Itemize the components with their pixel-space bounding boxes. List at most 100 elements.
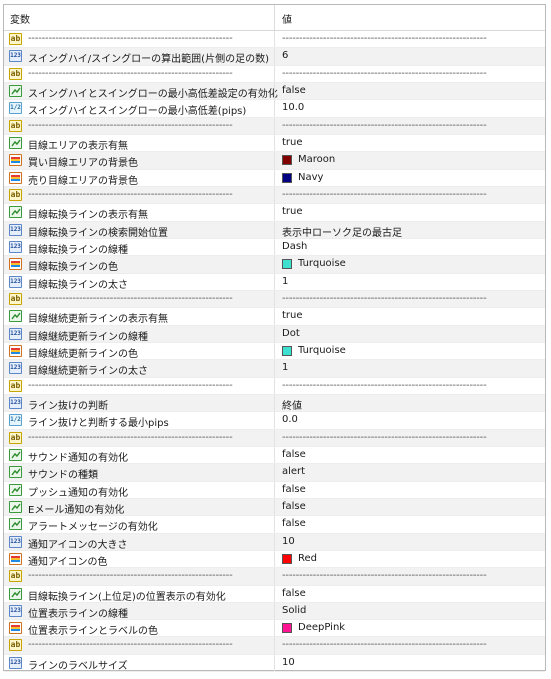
parameter-name: 目線継続更新ラインの太さ	[28, 366, 148, 378]
separator-row[interactable]: ab --------------------------------------…	[4, 637, 545, 655]
parameter-value[interactable]: Turquoise	[298, 345, 346, 356]
parameter-row[interactable]: 123 目線転換ラインの太さ 1	[4, 273, 545, 291]
parameter-value[interactable]: 1	[282, 362, 288, 373]
color-swatch[interactable]	[282, 155, 292, 166]
parameter-name: 目線継続更新ラインの線種	[28, 331, 148, 343]
parameter-value[interactable]: ----------------------------------------…	[282, 380, 487, 391]
parameter-value[interactable]: Dot	[282, 328, 300, 339]
parameter-row[interactable]: 目線エリアの表示有無 true	[4, 134, 545, 153]
column-divider	[274, 308, 275, 325]
parameter-value[interactable]: 1	[282, 276, 288, 287]
parameter-value[interactable]: ----------------------------------------…	[282, 120, 487, 131]
parameter-row[interactable]: 目線転換ラインの色 Turquoise	[4, 256, 545, 274]
parameter-row[interactable]: 123 目線転換ラインの線種 Dash	[4, 238, 545, 257]
parameter-row[interactable]: 目線継続更新ラインの表示有無 true	[4, 308, 545, 326]
column-divider	[274, 481, 275, 498]
parameter-value[interactable]: Solid	[282, 605, 306, 616]
parameter-value[interactable]: 終値	[282, 397, 302, 412]
parameter-value[interactable]: ----------------------------------------…	[282, 68, 487, 79]
color-swatch[interactable]	[282, 345, 292, 356]
parameter-name: ----------------------------------------…	[28, 188, 233, 200]
separator-row[interactable]: ab --------------------------------------…	[4, 65, 545, 83]
parameter-value[interactable]: ----------------------------------------…	[282, 639, 487, 650]
parameter-name: ライン抜けと判断する最小pips	[28, 418, 169, 430]
parameter-value[interactable]: 10.0	[282, 102, 304, 113]
parameter-row[interactable]: 目線継続更新ラインの色 Turquoise	[4, 342, 545, 361]
parameter-value[interactable]: ----------------------------------------…	[282, 432, 487, 443]
parameter-name: 目線継続更新ラインの表示有無	[28, 314, 168, 326]
parameter-row[interactable]: Eメール通知の有効化 false	[4, 498, 545, 517]
parameter-value[interactable]: false	[282, 518, 306, 529]
parameter-row[interactable]: アラートメッセージの有効化 false	[4, 516, 545, 534]
column-divider	[274, 533, 275, 550]
parameter-value[interactable]: false	[282, 501, 306, 512]
color-swatch[interactable]	[282, 553, 292, 564]
column-header-variable[interactable]: 変数	[10, 11, 30, 26]
color-swatch[interactable]	[282, 623, 292, 634]
bool-type-icon	[9, 466, 22, 479]
separator-row[interactable]: ab --------------------------------------…	[4, 429, 545, 447]
parameter-row[interactable]: 目線転換ラインの表示有無 true	[4, 204, 545, 222]
parameter-value[interactable]: true	[282, 137, 303, 148]
parameter-row[interactable]: スイングハイとスイングローの最小高低差設定の有効化 false	[4, 82, 545, 101]
color-swatch[interactable]	[282, 259, 292, 270]
parameter-row[interactable]: 買い目線エリアの背景色 Maroon	[4, 152, 545, 170]
parameter-value[interactable]: 0.0	[282, 414, 298, 425]
column-divider	[274, 516, 275, 533]
parameter-row[interactable]: 123 位置表示ラインの線種 Solid	[4, 602, 545, 621]
parameter-value[interactable]: Navy	[298, 172, 323, 183]
separator-row[interactable]: ab --------------------------------------…	[4, 117, 545, 135]
parameter-value[interactable]: 10	[282, 657, 295, 668]
parameter-value[interactable]: Turquoise	[298, 258, 346, 269]
parameter-value[interactable]: alert	[282, 466, 305, 477]
parameter-row[interactable]: サウンドの種類 alert	[4, 464, 545, 482]
separator-row[interactable]: ab --------------------------------------…	[4, 290, 545, 309]
parameter-row[interactable]: サウンド通知の有効化 false	[4, 446, 545, 465]
parameter-row[interactable]: 123 通知アイコンの大きさ 10	[4, 533, 545, 551]
integer-type-icon: 123	[9, 50, 22, 63]
parameter-value[interactable]: false	[282, 588, 306, 599]
parameter-row[interactable]: 123 目線転換ラインの検索開始位置 表示中ローソク足の最古足	[4, 221, 545, 239]
parameter-value[interactable]: ----------------------------------------…	[282, 189, 487, 200]
parameter-value[interactable]: false	[282, 85, 306, 96]
parameter-value[interactable]: ----------------------------------------…	[282, 570, 487, 581]
parameter-row[interactable]: 123 スイングハイ/スイングローの算出範囲(片側の足の数) 6	[4, 48, 545, 66]
column-divider	[274, 134, 275, 152]
integer-type-icon: 123	[9, 327, 22, 340]
string-type-icon: ab	[9, 119, 22, 132]
column-header-value[interactable]: 値	[282, 11, 292, 26]
parameter-row[interactable]: 売り目線エリアの背景色 Navy	[4, 169, 545, 187]
parameter-value[interactable]: true	[282, 206, 303, 217]
separator-row[interactable]: ab --------------------------------------…	[4, 31, 545, 49]
parameter-value[interactable]: false	[282, 484, 306, 495]
parameter-value[interactable]: DeepPink	[298, 622, 345, 633]
parameter-row[interactable]: 123 ラインのラベルサイズ 10	[4, 654, 545, 673]
parameter-value[interactable]: true	[282, 310, 303, 321]
parameter-row[interactable]: 123 目線継続更新ラインの線種 Dot	[4, 325, 545, 343]
separator-row[interactable]: ab --------------------------------------…	[4, 377, 545, 395]
parameter-row[interactable]: 通知アイコンの色 Red	[4, 550, 545, 569]
parameter-row[interactable]: 目線転換ライン(上位足)の位置表示の有効化 false	[4, 585, 545, 603]
parameter-value[interactable]: 6	[282, 50, 288, 61]
column-divider	[274, 31, 275, 48]
parameter-name: ----------------------------------------…	[28, 292, 233, 304]
parameter-row[interactable]: 1/2 ライン抜けと判断する最小pips 0.0	[4, 412, 545, 430]
parameter-value[interactable]: 表示中ローソク足の最古足	[282, 224, 402, 239]
parameter-value[interactable]: 10	[282, 536, 295, 547]
separator-row[interactable]: ab --------------------------------------…	[4, 568, 545, 586]
parameter-value[interactable]: Maroon	[298, 154, 335, 165]
parameter-row[interactable]: 123 ライン抜けの判断 終値	[4, 394, 545, 413]
parameter-row[interactable]: 位置表示ラインとラベルの色 DeepPink	[4, 620, 545, 638]
parameter-row[interactable]: 1/2 スイングハイとスイングローの最小高低差(pips) 10.0	[4, 100, 545, 118]
parameter-value[interactable]: Dash	[282, 241, 307, 252]
column-divider[interactable]	[274, 5, 275, 30]
parameter-name: ライン抜けの判断	[28, 400, 108, 412]
parameter-row[interactable]: 123 目線継続更新ラインの太さ 1	[4, 360, 545, 378]
parameter-value[interactable]: ----------------------------------------…	[282, 293, 487, 304]
parameter-row[interactable]: プッシュ通知の有効化 false	[4, 481, 545, 499]
parameter-value[interactable]: false	[282, 449, 306, 460]
separator-row[interactable]: ab --------------------------------------…	[4, 186, 545, 205]
color-swatch[interactable]	[282, 172, 292, 183]
parameter-value[interactable]: Red	[298, 553, 317, 564]
parameter-value[interactable]: ----------------------------------------…	[282, 33, 487, 44]
